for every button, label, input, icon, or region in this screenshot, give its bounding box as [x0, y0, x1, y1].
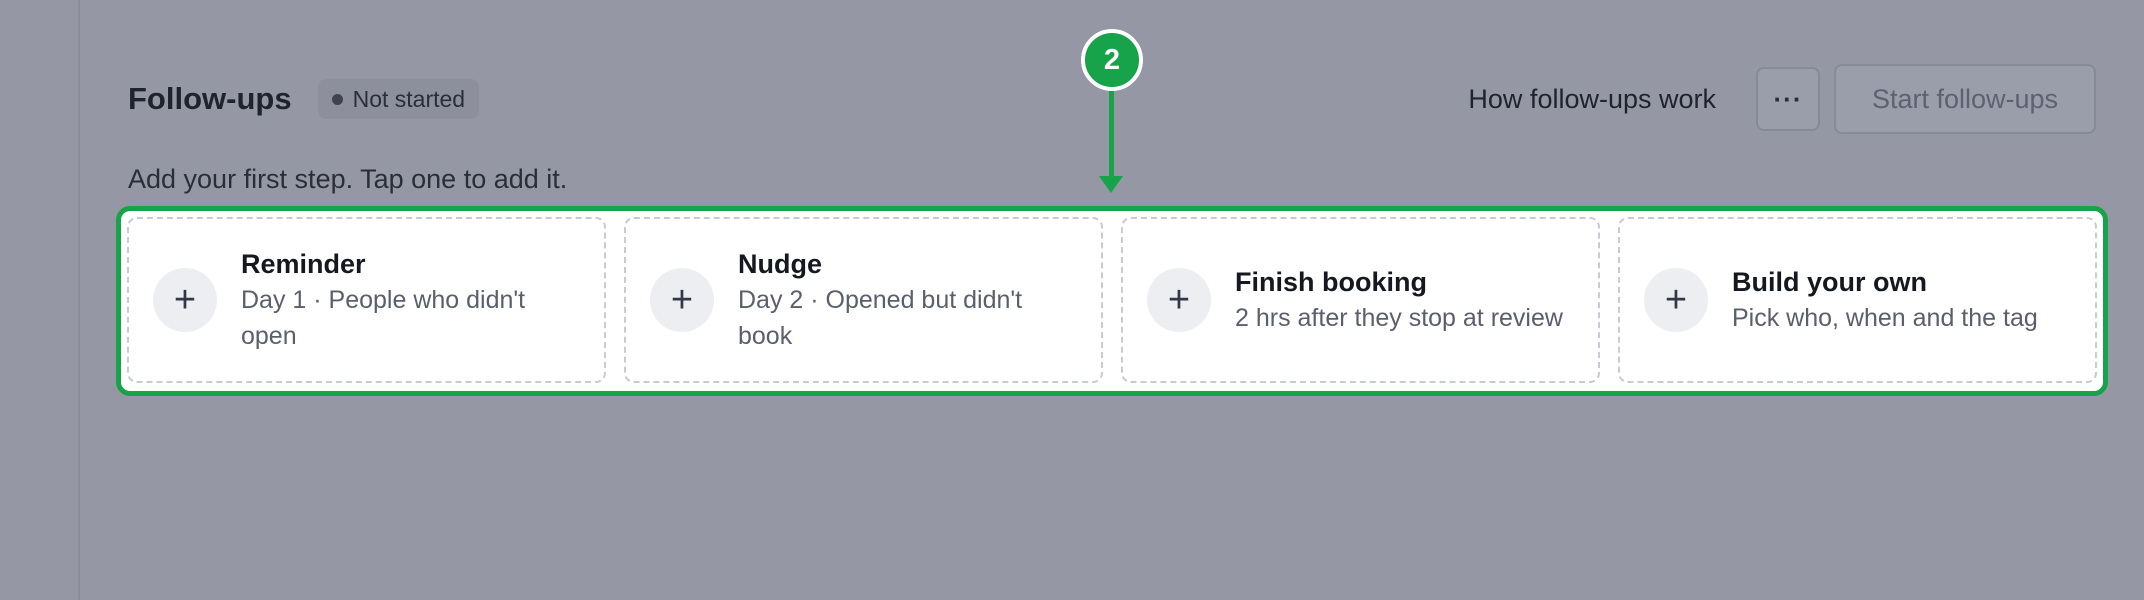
status-dot-icon [331, 93, 343, 105]
left-rail [0, 0, 80, 600]
plus-icon: + [1644, 268, 1708, 332]
card-title: Finish booking [1235, 267, 1427, 297]
card-description: 2 hrs after they stop at review [1235, 304, 1563, 332]
step-card-build-your-own[interactable]: + Build your own Pick who, when and the … [1618, 217, 2097, 383]
step-number-marker: 2 [1081, 29, 1143, 91]
more-options-button[interactable]: ··· [1756, 67, 1820, 131]
step-card-nudge[interactable]: + Nudge Day 2 · Opened but didn't book [624, 217, 1103, 383]
how-follow-ups-work-link[interactable]: How follow-ups work [1468, 84, 1716, 115]
card-title: Build your own [1732, 267, 1927, 297]
step-card-reminder[interactable]: + Reminder Day 1 · People who didn't ope… [127, 217, 606, 383]
plus-icon: + [650, 268, 714, 332]
card-description: Pick who, when and the tag [1732, 304, 2038, 332]
status-badge: Not started [317, 79, 480, 119]
plus-icon: + [1147, 268, 1211, 332]
arrow-down-icon [1099, 176, 1123, 193]
card-title: Reminder [241, 249, 366, 279]
annotation-arrow-line [1109, 91, 1114, 178]
step-card-finish-booking[interactable]: + Finish booking 2 hrs after they stop a… [1121, 217, 1600, 383]
card-title: Nudge [738, 249, 822, 279]
step-options-highlight: + Reminder Day 1 · People who didn't ope… [116, 206, 2108, 396]
ellipsis-icon: ··· [1773, 83, 1803, 114]
status-label: Not started [352, 85, 466, 112]
card-description: Day 2 · Opened but didn't book [738, 286, 1023, 350]
instructions-text: Add your first step. Tap one to add it. [128, 164, 568, 194]
card-description: Day 1 · People who didn't open [241, 286, 526, 350]
plus-icon: + [153, 268, 217, 332]
start-follow-ups-button[interactable]: Start follow-ups [1834, 64, 2096, 134]
page-title: Follow-ups [128, 81, 292, 116]
